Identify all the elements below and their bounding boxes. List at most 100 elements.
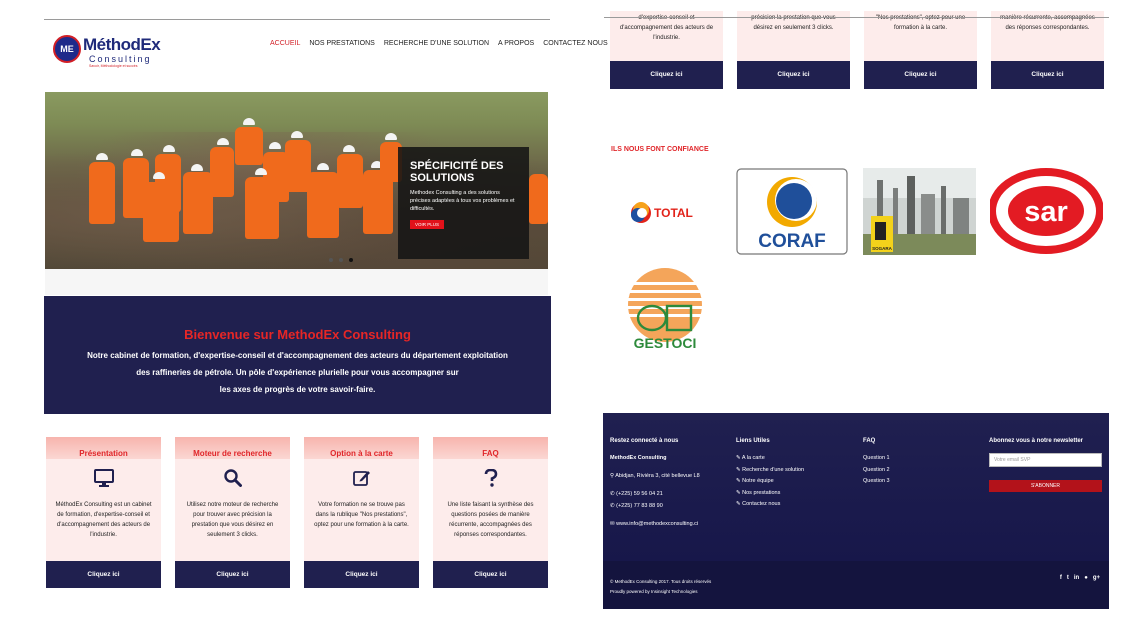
footer-links-col: Liens Utiles ✎ A la carte ✎ Recherche d'… [736,438,804,511]
footer-newsletter-title: Abonnez vous à notre newsletter [989,438,1084,444]
google-plus-icon[interactable]: g+ [1093,575,1100,581]
card-cta-button[interactable]: Cliquez ici [864,61,977,89]
search-icon [175,469,290,487]
footer-link[interactable]: Contactez nous [742,501,780,507]
footer-newsletter-col: Abonnez vous à notre newsletter Votre em… [989,438,1102,492]
slider-dot[interactable] [339,258,343,262]
card-title: Moteur de recherche [193,449,272,458]
card-cta-button[interactable]: Cliquez ici [737,61,850,89]
sogara-logo[interactable]: SOGARA [863,168,976,255]
total-logo[interactable]: TOTAL [610,168,723,255]
gestoci-logo[interactable]: GESTOCI [610,268,723,355]
card-cta-button[interactable]: Cliquez ici [433,561,548,588]
sogara-logo-text: SOGARA [872,246,893,251]
nav-item-prestations[interactable]: NOS PRESTATIONS [309,40,374,47]
footer-address: Abidjan, Riviéra 3, cité bellevue L8 [615,472,700,479]
card-faq-scrolled: manière récurrente, accompagnées des rép… [991,11,1104,89]
footer-company: MethodEx Consulting [610,455,667,461]
card-faq: FAQ Une liste faisant la synthèse des qu… [433,437,548,588]
card-presentation-scrolled: d'expertise-conseil et d'accompagnement … [610,11,723,89]
card-moteur: Moteur de recherche Utilisez notre moteu… [175,437,290,588]
card-cta-button[interactable]: Cliquez ici [304,561,419,588]
sar-logo-text: sar [1024,196,1068,228]
footer-faq-col: FAQ Question 1 Question 2 Question 3 [863,438,890,488]
hero-spacer [45,269,548,295]
footer-bottom-bar: © MethodEx Consulting 2017. Tous droits … [603,561,1109,609]
nav-item-accueil[interactable]: ACCUEIL [270,40,300,47]
footer-faq-link[interactable]: Question 2 [863,465,890,477]
footer-link[interactable]: Nos prestations [742,490,780,496]
top-divider [44,19,550,20]
slider-dot-active[interactable] [349,258,353,262]
card-cta-button[interactable]: Cliquez ici [991,61,1104,89]
coraf-logo[interactable]: CORAF [736,168,849,255]
nav-item-contact[interactable]: CONTACTEZ NOUS [543,40,607,47]
card-title: FAQ [482,449,499,458]
facebook-icon[interactable]: f [1060,575,1062,581]
card-option-carte: Option à la carte Votre formation ne se … [304,437,419,588]
total-logo-text: TOTAL [654,206,693,220]
footer-link[interactable]: A la carte [742,455,765,461]
footer-phone-2[interactable]: (+225) 77 83 88 90 [616,503,663,509]
card-text: Votre formation ne se trouve pas dans la… [314,502,409,528]
logo-subtitle: Consulting [89,54,152,64]
footer-phone-1[interactable]: (+225) 59 56 04 21 [616,491,663,497]
trust-section-title: ILS NOUS FONT CONFIANCE [611,146,709,153]
edit-icon [304,469,419,487]
card-text: "Nos prestations", optez pour une format… [875,15,966,31]
pinterest-icon[interactable]: ● [1084,575,1088,581]
nav-item-recherche[interactable]: RECHERCHE D'UNE SOLUTION [384,40,489,47]
card-presentation: Présentation MéthodEx Consulting est un … [46,437,161,588]
footer-faq-link[interactable]: Question 3 [863,476,890,488]
feature-cards: Présentation MéthodEx Consulting est un … [46,437,548,588]
card-text: précision la prestation que vous désirez… [751,15,836,31]
card-text: Une liste faisant la synthèse des questi… [447,502,534,538]
card-text: Utilisez notre moteur de recherche pour … [186,502,279,538]
social-links: f t in ● g+ [1060,575,1100,581]
slider-dot[interactable] [329,258,333,262]
footer-powered-by: Proudly powered by Insinsight Technologi… [610,589,698,594]
card-cta-button[interactable]: Cliquez ici [610,61,723,89]
sar-logo[interactable]: sar [988,168,1104,255]
subscribe-button[interactable]: S'ABONNER [989,480,1102,492]
hero-slider[interactable]: SPÉCIFICITÉ DES SOLUTIONS Methodex Consu… [45,92,548,269]
slider-dots [329,258,353,262]
feature-cards-scrolled: d'expertise-conseil et d'accompagnement … [610,11,1104,89]
hero-caption: SPÉCIFICITÉ DES SOLUTIONS Methodex Consu… [398,147,529,259]
welcome-line-1: Notre cabinet de formation, d'expertise-… [87,351,508,360]
footer-links-title: Liens Utiles [736,438,770,444]
welcome-title: Bienvenue sur MethodEx Consulting [184,327,411,342]
card-title: Présentation [79,449,128,458]
voir-plus-button[interactable]: VOIR PLUS [410,220,445,229]
footer-faq-link[interactable]: Question 1 [863,453,890,465]
site-footer: Restez connecté à nous MethodEx Consulti… [603,413,1109,609]
welcome-line-2: des raffineries de pétrole. Un pôle d'ex… [136,368,459,377]
coraf-logo-text: CORAF [758,231,826,252]
welcome-line-3: les axes de progrès de votre savoir-fair… [219,385,376,394]
twitter-icon[interactable]: t [1067,575,1069,581]
newsletter-email-input[interactable]: Votre email SVP [989,453,1102,467]
card-text: MéthodEx Consulting est un cabinet de fo… [55,502,152,538]
footer-faq-title: FAQ [863,438,876,444]
logo-tagline: Savoir, Méthodologie et succès [89,64,138,68]
welcome-banner: Bienvenue sur MethodEx Consulting Notre … [44,296,551,414]
site-logo[interactable]: ME MéthodEx Consulting Savoir, Méthodolo… [53,33,163,71]
footer-website[interactable]: www.info@methodexconsulting.ci [616,521,698,527]
card-option-carte-scrolled: "Nos prestations", optez pour une format… [864,11,977,89]
monitor-icon [46,469,161,487]
hero-title: SPÉCIFICITÉ DES SOLUTIONS [410,160,504,184]
linkedin-icon[interactable]: in [1074,575,1079,581]
card-moteur-scrolled: précision la prestation que vous désirez… [737,11,850,89]
main-nav: ACCUEIL NOS PRESTATIONS RECHERCHE D'UNE … [270,40,608,47]
card-cta-button[interactable]: Cliquez ici [175,561,290,588]
question-icon [433,468,548,487]
card-text: manière récurrente, accompagnées des rép… [1000,15,1095,31]
scroll-divider [604,17,1109,18]
footer-link[interactable]: Recherche d'une solution [742,467,804,473]
footer-link[interactable]: Notre équipe [742,478,774,484]
card-cta-button[interactable]: Cliquez ici [46,561,161,588]
footer-contact-col: Restez connecté à nous MethodEx Consulti… [610,438,700,531]
footer-copyright: © MethodEx Consulting 2017. Tous droits … [610,579,712,584]
gestoci-logo-text: GESTOCI [634,335,697,351]
nav-item-a-propos[interactable]: A PROPOS [498,40,534,47]
